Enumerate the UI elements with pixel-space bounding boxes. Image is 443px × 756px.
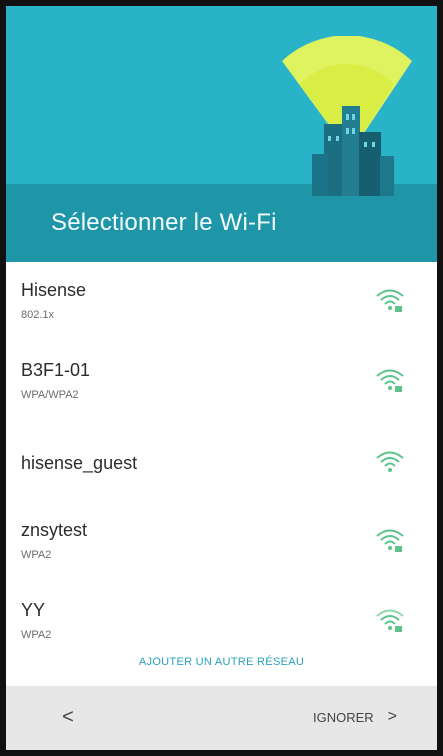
wifi-locked-icon xyxy=(376,529,404,552)
wifi-network-list: Hisense 802.1x B3F1-01 WPA/WPA2 hisense_… xyxy=(6,262,437,662)
wifi-network-item[interactable]: Hisense 802.1x xyxy=(6,262,437,342)
screen-frame: Sélectionner le Wi-Fi Hisense 802.1x B3F… xyxy=(0,0,443,756)
wifi-network-item[interactable]: hisense_guest xyxy=(6,422,437,502)
wifi-locked-icon xyxy=(376,369,404,392)
page-title: Sélectionner le Wi-Fi xyxy=(51,209,277,236)
network-ssid: Hisense xyxy=(21,280,87,300)
network-security: WPA/WPA2 xyxy=(21,389,79,401)
wifi-network-item[interactable]: YY WPA2 xyxy=(6,582,437,662)
header-banner: Sélectionner le Wi-Fi xyxy=(6,6,437,262)
wifi-network-item[interactable]: B3F1-01 WPA/WPA2 xyxy=(6,342,437,422)
wifi-icon xyxy=(376,451,404,472)
chevron-right-icon: > xyxy=(387,708,397,725)
network-ssid: hisense_guest xyxy=(21,453,138,473)
bottom-navigation-bar: < IGNORER > xyxy=(6,686,437,750)
skip-label: IGNORER xyxy=(312,709,374,725)
network-ssid: YY xyxy=(21,600,46,620)
network-security: WPA2 xyxy=(21,549,52,561)
network-ssid: B3F1-01 xyxy=(21,360,91,380)
wifi-network-item[interactable]: znsytest WPA2 xyxy=(6,502,437,582)
add-network-link[interactable]: AJOUTER UN AUTRE RÉSEAU xyxy=(6,656,437,668)
skip-button[interactable]: IGNORER > xyxy=(313,708,397,726)
wifi-locked-icon xyxy=(376,609,404,632)
network-security: WPA2 xyxy=(21,629,52,641)
network-ssid: znsytest xyxy=(21,520,88,540)
city-wifi-illustration-icon xyxy=(282,36,412,196)
network-security: 802.1x xyxy=(21,309,55,321)
wifi-locked-icon xyxy=(376,289,404,312)
back-button[interactable]: < xyxy=(56,706,80,729)
